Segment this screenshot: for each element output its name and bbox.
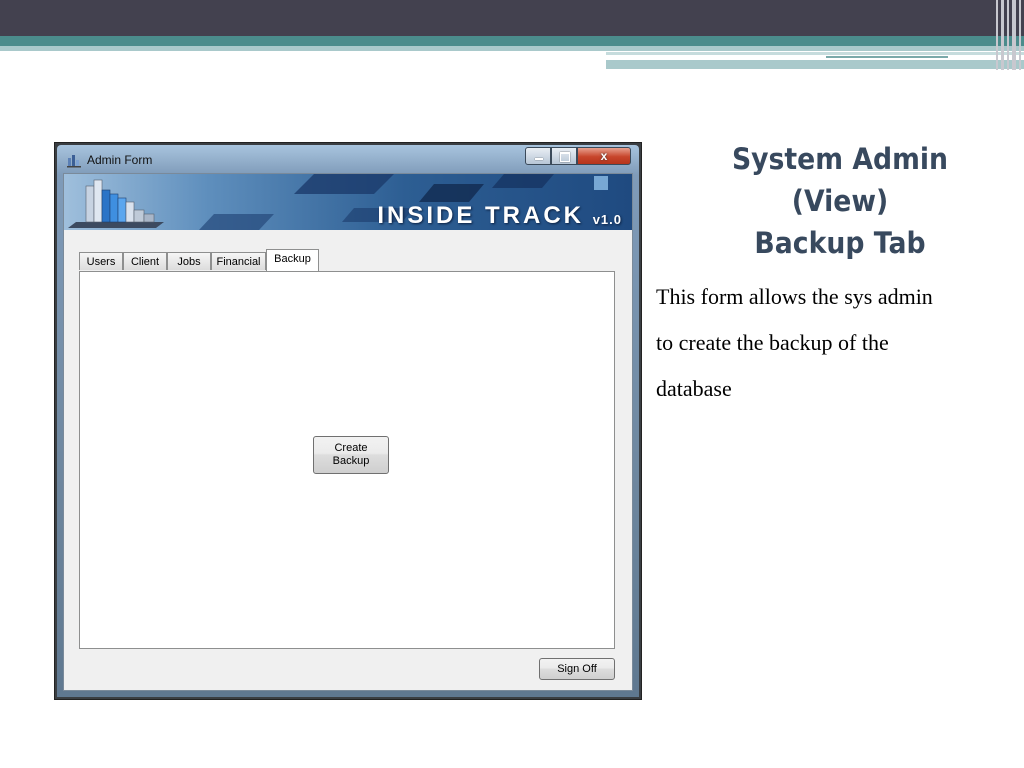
sign-off-button[interactable]: Sign Off <box>539 658 615 680</box>
maximize-button[interactable] <box>551 147 577 165</box>
slide-body-text: This form allows the sys admin to create… <box>656 274 1018 412</box>
slide-title: System Admin (View) Backup Tab <box>702 138 978 264</box>
app-icon <box>67 155 81 168</box>
backup-tab-panel: Create Backup <box>79 271 615 649</box>
banner-version: v1.0 <box>592 212 622 227</box>
app-banner: INSIDE TRACK v1.0 <box>64 174 632 230</box>
maximize-icon <box>560 152 570 162</box>
window-title: Admin Form <box>87 153 153 167</box>
slide-body-line: database <box>656 376 732 401</box>
slide-header-line <box>606 52 1024 55</box>
slide-header-line <box>606 60 1024 69</box>
title-bar[interactable]: Admin Form x <box>57 145 639 173</box>
slide-title-line: Backup Tab <box>754 226 926 260</box>
building-chart-icon <box>68 179 164 228</box>
minimize-icon <box>535 158 543 160</box>
tab-financial[interactable]: Financial <box>211 252 266 270</box>
banner-title: INSIDE TRACK <box>377 202 584 229</box>
tab-jobs[interactable]: Jobs <box>167 252 211 270</box>
close-button[interactable]: x <box>577 147 631 165</box>
slide-header-vertical-lines <box>992 0 1024 70</box>
slide-header-bar <box>0 0 1024 36</box>
tab-users[interactable]: Users <box>79 252 123 270</box>
form-client-area: INSIDE TRACK v1.0 Users Client Jobs Fina… <box>63 173 633 691</box>
create-backup-button[interactable]: Create Backup <box>313 436 389 474</box>
tab-client[interactable]: Client <box>123 252 167 270</box>
slide-body-line: This form allows the sys admin <box>656 284 933 309</box>
slide-header-stripe <box>0 46 1024 51</box>
minimize-button[interactable] <box>525 147 551 165</box>
slide-body-line: to create the backup of the <box>656 330 889 355</box>
slide-header-line <box>826 56 948 58</box>
slide-title-line: System Admin <box>731 142 949 176</box>
slide-header-accent <box>0 36 1024 46</box>
tab-backup[interactable]: Backup <box>266 249 319 271</box>
window-frame: Admin Form x INSIDE TRACK v1.0 Users Cli… <box>57 145 639 697</box>
slide-title-line: (View) <box>791 184 889 218</box>
admin-form-window: Admin Form x INSIDE TRACK v1.0 Users Cli… <box>54 142 642 700</box>
close-icon: x <box>600 149 608 163</box>
